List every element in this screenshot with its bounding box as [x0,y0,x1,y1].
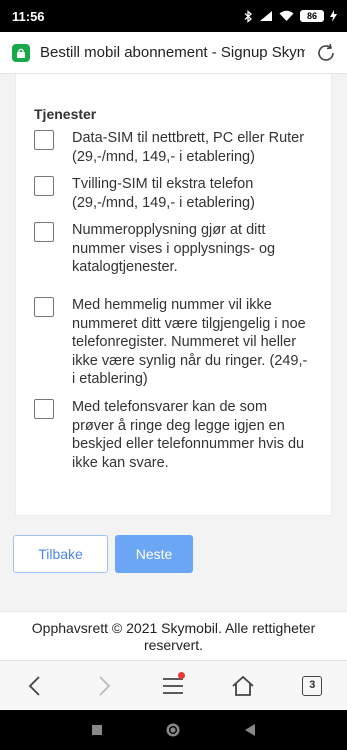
back-arrow-icon[interactable] [15,666,55,706]
url-bar[interactable]: Bestill mobil abonnement - Signup Skymo [0,32,347,74]
notification-dot [178,671,186,679]
menu-icon[interactable] [153,666,193,706]
home-icon[interactable] [223,666,263,706]
browser-toolbar: 3 [0,660,347,710]
android-nav-bar [0,710,347,750]
option-nummeropplysning[interactable]: Nummeropplysning gjør at ditt nummer vis… [34,221,312,277]
option-data-sim[interactable]: Data-SIM til nettbrett, PC eller Ruter (… [34,129,312,166]
back-button[interactable]: Tilbake [13,535,108,573]
option-label: Med telefonsvarer kan de som prøver å ri… [72,399,305,471]
charging-icon [330,10,337,22]
status-icons: 86 [244,9,337,23]
option-label: Med hemmelig nummer vil ikke nummeret di… [72,297,308,387]
reload-icon[interactable] [313,40,339,66]
recents-icon[interactable] [91,724,103,736]
option-label: Tvilling-SIM til ekstra telefon (29,-/mn… [72,176,255,211]
next-button[interactable]: Neste [115,535,193,573]
signal-icon [260,11,272,21]
home-circle-icon[interactable] [165,722,181,738]
status-time: 11:56 [12,8,45,24]
checkbox[interactable] [34,297,54,317]
checkbox[interactable] [34,222,54,242]
option-label: Data-SIM til nettbrett, PC eller Ruter (… [72,130,305,165]
nav-back-icon[interactable] [244,723,256,737]
url-title[interactable]: Bestill mobil abonnement - Signup Skymo [40,44,305,61]
lock-icon [12,43,30,62]
tabs-count: 3 [302,675,323,696]
option-hemmelig-nummer[interactable]: Med hemmelig nummer vil ikke nummeret di… [34,296,312,389]
checkbox[interactable] [34,130,54,150]
option-telefonsvarer[interactable]: Med telefonsvarer kan de som prøver å ri… [34,398,312,472]
bluetooth-icon [244,9,252,23]
checkbox[interactable] [34,176,54,196]
section-title: Tjenester [34,106,97,122]
footer-copyright: Opphavsrett © 2021 Skymobil. Alle rettig… [0,611,347,660]
status-bar: 11:56 86 [0,0,347,32]
battery-icon: 86 [300,10,324,22]
tabs-button[interactable]: 3 [292,666,332,706]
form-card: Tjenester Data-SIM til nettbrett, PC ell… [15,74,332,516]
option-tvilling-sim[interactable]: Tvilling-SIM til ekstra telefon (29,-/mn… [34,175,312,212]
wifi-icon [279,10,294,21]
page-content: Tjenester Data-SIM til nettbrett, PC ell… [0,74,347,660]
checkbox[interactable] [34,399,54,419]
option-label: Nummeropplysning gjør at ditt nummer vis… [72,222,276,275]
forward-arrow-icon[interactable] [84,666,124,706]
